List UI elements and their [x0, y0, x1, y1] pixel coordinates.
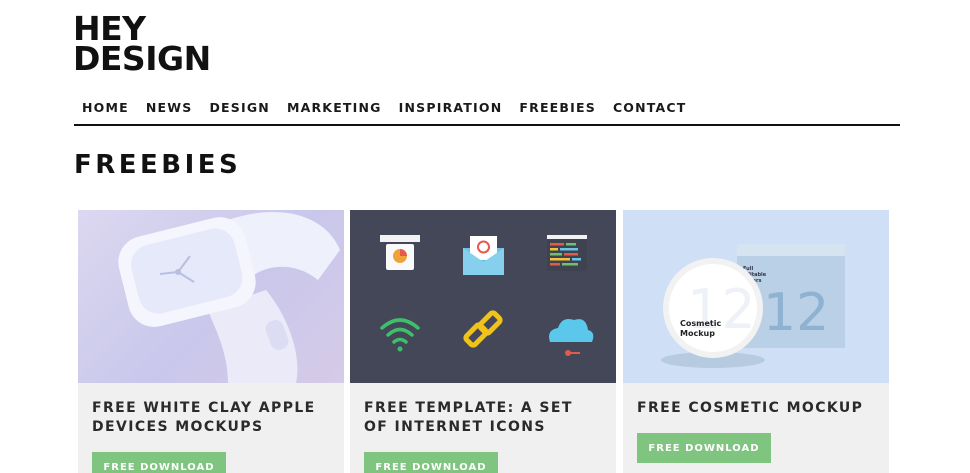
code-icon — [547, 235, 587, 271]
logo-line-2: DESIGN — [73, 39, 211, 78]
post-card[interactable]: Full Editable Layers 12 12 Cosmetic Mock… — [623, 210, 889, 473]
site-logo[interactable]: HEY DESIGN — [73, 12, 213, 78]
nav-item-home[interactable]: HOME — [74, 96, 138, 124]
card-title[interactable]: FREE TEMPLATE: A SET OF INTERNET ICONS — [350, 383, 616, 436]
free-download-button[interactable]: FREE DOWNLOAD — [92, 452, 226, 473]
free-download-button[interactable]: FREE DOWNLOAD — [364, 452, 498, 473]
box-number: 12 — [763, 283, 829, 343]
post-card[interactable]: FREE WHITE CLAY APPLE DEVICES MOCKUPS FR… — [78, 210, 344, 473]
nav-item-design[interactable]: DESIGN — [201, 96, 279, 124]
card-title[interactable]: FREE WHITE CLAY APPLE DEVICES MOCKUPS — [78, 383, 344, 436]
free-download-button[interactable]: FREE DOWNLOAD — [637, 433, 771, 463]
cosmetic-mockup-illustration: Full Editable Layers 12 12 Cosmetic Mock… — [661, 244, 845, 368]
card-image-watch[interactable] — [78, 210, 344, 383]
link-icon — [463, 310, 503, 348]
cloud-icon — [549, 319, 594, 356]
jar-label-line-2: Mockup — [680, 329, 715, 338]
card-image-icons[interactable] — [350, 210, 616, 383]
wifi-icon — [380, 318, 420, 352]
nav-item-marketing[interactable]: MARKETING — [279, 96, 391, 124]
main-nav: HOME NEWS DESIGN MARKETING INSPIRATION F… — [74, 96, 900, 126]
card-image-cosmetic[interactable]: Full Editable Layers 12 12 Cosmetic Mock… — [623, 210, 889, 383]
email-icon — [463, 236, 504, 275]
page-title: FREEBIES — [74, 150, 242, 180]
nav-item-news[interactable]: NEWS — [138, 96, 202, 124]
jar-label-line-1: Cosmetic — [680, 319, 721, 328]
nav-item-contact[interactable]: CONTACT — [605, 96, 696, 124]
post-card[interactable]: FREE TEMPLATE: A SET OF INTERNET ICONS F… — [350, 210, 616, 473]
dashboard-icon — [380, 235, 420, 270]
internet-icons-illustration — [380, 235, 594, 356]
watch-illustration — [118, 211, 340, 383]
nav-item-inspiration[interactable]: INSPIRATION — [391, 96, 512, 124]
card-title[interactable]: FREE COSMETIC MOCKUP — [623, 383, 889, 418]
nav-item-freebies[interactable]: FREEBIES — [511, 96, 605, 124]
